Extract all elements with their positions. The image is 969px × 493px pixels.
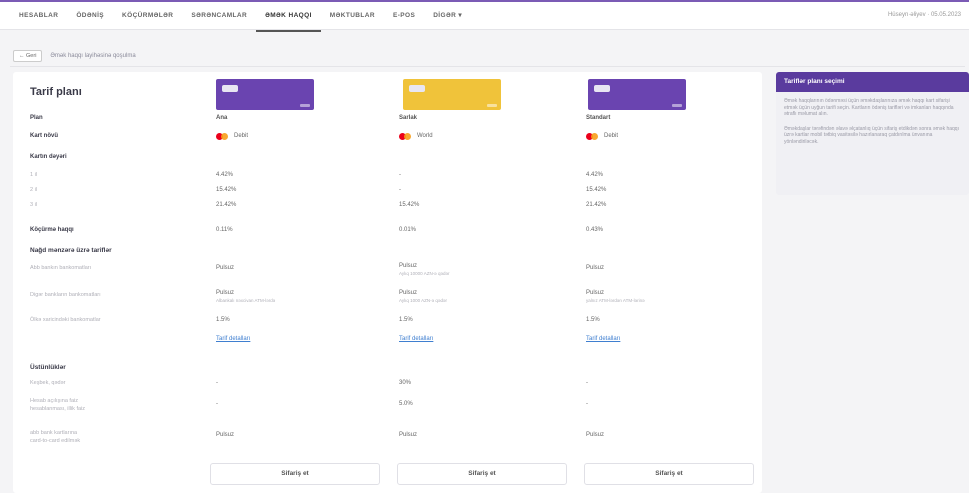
top-navigation: HESABLAR ÖDƏNİŞ KÖÇÜRMƏLƏR SƏRƏNCAMLAR Ə… <box>0 0 969 32</box>
mastercard-icon <box>216 133 229 140</box>
row-label-card-rates: Kartın dəyəri <box>30 154 67 160</box>
order-button-standart[interactable]: Sifariş et <box>584 463 754 485</box>
rate2-sarlak: - <box>399 187 401 193</box>
card-logo-icon <box>487 104 497 107</box>
card-image-sarlak <box>403 79 501 110</box>
nav-items: HESABLAR ÖDƏNİŞ KÖÇÜRMƏLƏR SƏRƏNCAMLAR Ə… <box>10 10 471 32</box>
breadcrumb-title: Əmək haqqı layihəsinə qoşulma <box>50 53 136 59</box>
rate1-standart: 4.42% <box>586 172 604 178</box>
order-button-sarlak[interactable]: Sifariş et <box>397 463 567 485</box>
card-chip-icon <box>594 85 610 92</box>
rate1-sarlak: - <box>399 172 401 178</box>
other-bank-note-sarlak: Aylıq 1000 AZN-ə qədər <box>399 298 447 303</box>
add-card-standart: Pulsuz <box>586 432 605 438</box>
account-fee-standart: - <box>586 401 588 407</box>
row-label-commission: Köçürmə haqqı <box>30 227 74 233</box>
info-panel-text-1: Əmək haqqlarının ödənməsi üçün əməkdaşla… <box>784 98 954 117</box>
rate2-standart: 15.42% <box>586 187 607 193</box>
other-bank-note-ana: Albankalı nəxcivan ATM-lərdə <box>216 298 276 303</box>
row-label-other-bank: Digər bankların bankomatları <box>30 292 101 298</box>
user-date-info[interactable]: Hüseyn·əliyev · 05.05.2023 <box>888 12 961 18</box>
nav-item-letters[interactable]: MƏKTUBLAR <box>321 10 384 32</box>
other-bank-sarlak: Pulsuz <box>399 290 418 296</box>
plan-name-ana: Ana <box>216 115 228 121</box>
tariff-plan-table: Tarif planı Plan Kart növü Kartın dəyəri… <box>13 72 762 493</box>
nav-item-salary[interactable]: ƏMƏK HAQQI <box>256 10 321 32</box>
row-label-account-fee-1: Hesab açılışına faiz <box>30 398 78 404</box>
nav-item-other[interactable]: DİGƏR ▾ <box>424 10 471 32</box>
cashback-ana: - <box>216 380 218 386</box>
row-label-rate-2: 2 il <box>30 187 38 193</box>
info-panel-text-2: Əməkdaşlar tərəfindən əlavə əlçatanlıq ü… <box>784 125 959 145</box>
foreign-ana: 1.5% <box>216 317 230 323</box>
rate3-ana: 21.42% <box>216 202 237 208</box>
plan-name-sarlak: Sarlak <box>399 115 418 121</box>
commission-ana: 0.11% <box>216 227 233 233</box>
card-image-standart <box>588 79 686 110</box>
order-button-ana[interactable]: Sifariş et <box>210 463 380 485</box>
row-label-rate-1: 1 il <box>30 172 38 178</box>
card-scheme-standart: Debit <box>604 133 619 139</box>
page-title: Tarif planı <box>30 86 82 98</box>
own-bank-sarlak: Pulsuz <box>399 263 418 269</box>
foreign-standart: 1.5% <box>586 317 600 323</box>
card-chip-icon <box>222 85 238 92</box>
section-cash-tariffs: Nağd mənzərə üzrə tariflər <box>30 247 112 254</box>
tariff-details-link-ana[interactable]: Tarif detalları <box>216 336 250 342</box>
commission-sarlak: 0.01% <box>399 227 417 233</box>
rate2-ana: 15.42% <box>216 187 237 193</box>
card-logo-icon <box>300 104 310 107</box>
row-label-rate-3: 3 il <box>30 202 38 208</box>
plan-name-standart: Standart <box>586 115 611 121</box>
account-fee-ana: - <box>216 401 218 407</box>
rate3-standart: 21.42% <box>586 202 607 208</box>
info-panel-title: Tariflər planı seçimi <box>776 72 969 92</box>
foreign-sarlak: 1.5% <box>399 317 413 323</box>
nav-item-accounts[interactable]: HESABLAR <box>10 10 67 32</box>
add-card-sarlak: Pulsuz <box>399 432 418 438</box>
row-label-account-fee-2: hesablanması, illik faiz <box>30 406 86 412</box>
row-label-own-bank: Abb bankın bankomatları <box>30 265 92 271</box>
mastercard-icon <box>586 133 599 140</box>
tariff-details-link-sarlak[interactable]: Tarif detalları <box>399 336 433 342</box>
divider <box>10 66 965 67</box>
row-label-add-card-2: card-to-card edilmək <box>30 438 81 444</box>
other-bank-standart: Pulsuz <box>586 290 605 296</box>
back-button[interactable]: ← Geri <box>13 50 43 62</box>
other-bank-note-standart: yalnız ATM-lərdən ATM-lərinə <box>586 298 645 303</box>
nav-item-transfers[interactable]: KÖÇÜRMƏLƏR <box>113 10 182 32</box>
rate3-sarlak: 15.42% <box>399 202 420 208</box>
tariff-details-link-standart[interactable]: Tarif detalları <box>586 336 620 342</box>
other-bank-ana: Pulsuz <box>216 290 235 296</box>
card-scheme-ana: Debit <box>234 133 249 139</box>
row-label-cashback: Keşbek, qədər <box>30 380 66 386</box>
nav-item-epos[interactable]: E-POS <box>384 10 424 32</box>
chevron-down-icon: ▾ <box>458 12 463 19</box>
own-bank-standart: Pulsuz <box>586 265 605 271</box>
info-panel: Tariflər planı seçimi Əmək haqqlarının ö… <box>776 72 969 195</box>
breadcrumb: ← Geri Əmək haqqı layihəsinə qoşulma <box>13 50 136 62</box>
rate1-ana: 4.42% <box>216 172 234 178</box>
card-image-ana <box>216 79 314 110</box>
row-label-foreign: Ölkə xaricindəki bankomatlar <box>30 317 101 323</box>
nav-item-payments[interactable]: ÖDƏNİŞ <box>67 10 113 32</box>
own-bank-ana: Pulsuz <box>216 265 235 271</box>
mastercard-icon <box>399 133 412 140</box>
row-label-add-card-1: abb bank kartlarına <box>30 430 78 436</box>
nav-item-other-label: DİGƏR <box>433 12 457 19</box>
cashback-standart: - <box>586 380 588 386</box>
commission-standart: 0.43% <box>586 227 604 233</box>
card-chip-icon <box>409 85 425 92</box>
cashback-sarlak: 30% <box>399 380 412 386</box>
own-bank-note-sarlak: Aylıq 10000 AZN-ə qədər <box>399 271 450 276</box>
card-logo-icon <box>672 104 682 107</box>
card-scheme-sarlak: World <box>417 133 433 139</box>
section-benefits: Üstünlüklər <box>30 364 66 371</box>
row-label-plan: Plan <box>30 115 43 121</box>
row-label-card-type: Kart növü <box>30 133 59 139</box>
nav-item-orders[interactable]: SƏRƏNCAMLAR <box>182 10 256 32</box>
add-card-ana: Pulsuz <box>216 432 235 438</box>
account-fee-sarlak: 5.0% <box>399 401 413 407</box>
